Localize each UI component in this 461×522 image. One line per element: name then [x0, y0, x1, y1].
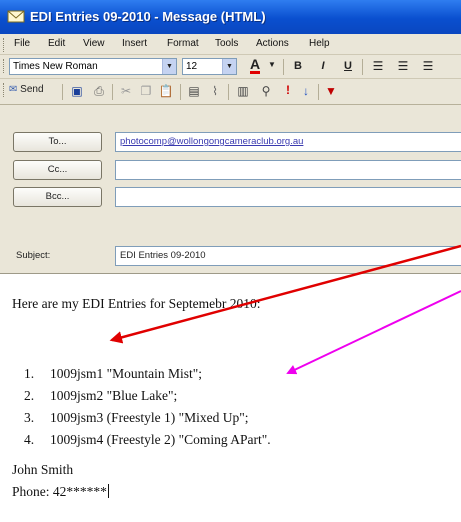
standard-toolbar: ✉ Send ▣ ⎙ ✂ ❐ 📋 ▤ ⌇ ▥ ⚲ ! ↓ ▼: [0, 79, 461, 105]
align-left-icon[interactable]: ☰: [370, 59, 386, 73]
font-size-value: 12: [186, 61, 198, 72]
font-color-icon: A: [249, 56, 261, 74]
cut-icon[interactable]: ✂: [118, 84, 134, 98]
list-text: 1009jsm4 (Freestyle 2) "Coming APart".: [50, 432, 271, 447]
signature-phone-text: Phone: 42******: [12, 484, 107, 499]
address-book-icon[interactable]: ▤: [186, 84, 202, 98]
toolbar-separator: [283, 59, 284, 75]
print-icon[interactable]: ⎙: [91, 84, 107, 99]
list-number: 2.: [24, 388, 35, 403]
menu-insert[interactable]: Insert: [122, 38, 147, 49]
cc-button[interactable]: Cc...: [13, 160, 102, 180]
toolbar-separator: [228, 84, 229, 100]
menu-actions[interactable]: Actions: [256, 38, 289, 49]
toolbar-separator: [62, 84, 63, 100]
formatting-toolbar: Times New Roman ▼ 12 ▼ A ▼ B I U ☰ ☰ ☰: [0, 55, 461, 79]
text-cursor: [107, 484, 109, 498]
font-color-button[interactable]: A: [245, 57, 265, 74]
to-field[interactable]: photocomp@wollongongcameraclub.org.au: [115, 132, 461, 152]
align-center-icon[interactable]: ☰: [395, 59, 411, 73]
font-name-select[interactable]: Times New Roman ▼: [9, 58, 177, 75]
cc-field[interactable]: [115, 160, 461, 180]
to-button[interactable]: To...: [13, 132, 102, 152]
subject-label: Subject:: [16, 250, 51, 261]
align-right-icon[interactable]: ☰: [420, 59, 436, 73]
window-title: EDI Entries 09-2010 - Message (HTML): [30, 9, 266, 24]
message-body[interactable]: Here are my EDI Entries for Septemebr 20…: [0, 273, 461, 522]
send-icon: ✉: [9, 84, 18, 95]
save-icon[interactable]: ▣: [69, 84, 85, 98]
toolbar-separator: [362, 59, 363, 75]
body-intro: Here are my EDI Entries for Septemebr 20…: [12, 296, 261, 311]
check-names-icon[interactable]: ⚲: [257, 84, 275, 98]
font-size-select[interactable]: 12 ▼: [182, 58, 237, 75]
font-name-value: Times New Roman: [13, 61, 98, 72]
menu-help[interactable]: Help: [309, 38, 330, 49]
importance-low-icon[interactable]: ↓: [300, 84, 312, 98]
menu-edit[interactable]: Edit: [48, 38, 65, 49]
toolbar-grip[interactable]: [3, 59, 6, 73]
to-recipient[interactable]: photocomp@wollongongcameraclub.org.au: [120, 136, 303, 147]
toolbar-grip[interactable]: [3, 38, 6, 52]
importance-high-icon[interactable]: !: [282, 83, 294, 97]
menu-tools[interactable]: Tools: [215, 38, 238, 49]
bold-button[interactable]: B: [290, 60, 306, 72]
send-button[interactable]: ✉ Send: [9, 84, 59, 95]
chevron-down-icon[interactable]: ▼: [162, 59, 176, 74]
list-item: 4. 1009jsm4 (Freestyle 2) "Coming APart".: [24, 432, 271, 448]
flag-icon[interactable]: ▼: [325, 84, 337, 98]
menu-view[interactable]: View: [83, 38, 105, 49]
menu-file[interactable]: File: [14, 38, 30, 49]
chevron-down-icon[interactable]: ▼: [268, 60, 276, 69]
signature-name: John Smith: [12, 462, 74, 477]
signature-phone: Phone: 42******: [12, 484, 109, 500]
list-number: 1.: [24, 366, 35, 381]
envelope-icon: [7, 10, 25, 23]
list-number: 3.: [24, 410, 35, 425]
subject-field[interactable]: EDI Entries 09-2010: [115, 246, 461, 266]
italic-button[interactable]: I: [315, 60, 331, 72]
send-label: Send: [20, 84, 44, 95]
bcc-field[interactable]: [115, 187, 461, 207]
title-bar[interactable]: EDI Entries 09-2010 - Message (HTML): [0, 0, 461, 34]
list-item: 3. 1009jsm3 (Freestyle 1) "Mixed Up";: [24, 410, 249, 426]
menu-format[interactable]: Format: [167, 38, 199, 49]
chevron-down-icon[interactable]: ▼: [222, 59, 236, 74]
toolbar-grip[interactable]: [3, 83, 6, 97]
list-text: 1009jsm3 (Freestyle 1) "Mixed Up";: [50, 410, 249, 425]
list-text: 1009jsm2 "Blue Lake";: [50, 388, 178, 403]
book-icon[interactable]: ▥: [234, 84, 252, 98]
attach-icon[interactable]: ⌇: [208, 84, 222, 98]
menu-bar: File Edit View Insert Format Tools Actio…: [0, 34, 461, 55]
list-item: 1. 1009jsm1 "Mountain Mist";: [24, 366, 202, 382]
toolbar-separator: [180, 84, 181, 100]
list-item: 2. 1009jsm2 "Blue Lake";: [24, 388, 177, 404]
list-number: 4.: [24, 432, 35, 447]
paste-icon[interactable]: 📋: [158, 84, 174, 98]
toolbar-separator: [112, 84, 113, 100]
toolbar-separator: [318, 84, 319, 100]
copy-icon[interactable]: ❐: [138, 84, 154, 98]
list-text: 1009jsm1 "Mountain Mist";: [50, 366, 203, 381]
message-header: To... photocomp@wollongongcameraclub.org…: [0, 105, 461, 273]
underline-button[interactable]: U: [340, 60, 356, 72]
bcc-button[interactable]: Bcc...: [13, 187, 102, 207]
